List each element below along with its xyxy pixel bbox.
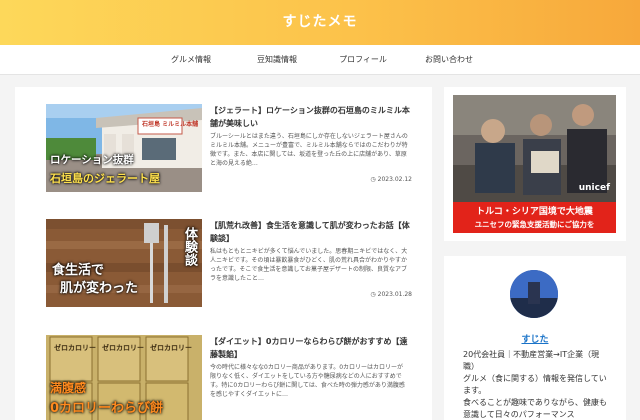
nav-item-gourmet[interactable]: グルメ情報 xyxy=(146,54,236,65)
post-card[interactable]: 石垣島 ミルミル本舗 ロケーション抜群 石垣島のジェラート屋 【ジェラート】ロケ… xyxy=(46,104,416,192)
clock-icon: ◷ xyxy=(370,176,376,183)
thumbnail-caption-line1: 食生活で xyxy=(52,263,105,278)
nav-item-contact[interactable]: お問い合わせ xyxy=(404,54,494,65)
clock-icon: ◷ xyxy=(370,291,376,298)
post-thumbnail[interactable]: ゼロカロリー ゼロカロリー ゼロカロリー 満腹感 0カロリーわらび餅 xyxy=(46,335,202,420)
global-nav: グルメ情報 豆知識情報 プロフィール お問い合わせ xyxy=(0,45,640,75)
package-label: ゼロカロリー xyxy=(102,344,144,352)
post-excerpt: 私はもともとニキビが多くて悩んでいました。思春期ニキビではなく、大人ニキビです。… xyxy=(210,248,408,282)
post-card[interactable]: ゼロカロリー ゼロカロリー ゼロカロリー 満腹感 0カロリーわらび餅 【ダイエッ… xyxy=(46,335,416,420)
ad-subheadline: ユニセフの緊急支援活動にご協力を xyxy=(474,220,595,229)
site-header: すじたメモ xyxy=(0,0,640,45)
nav-item-trivia[interactable]: 豆知識情報 xyxy=(232,54,322,65)
shop-sign-text: 石垣島 ミルミル本舗 xyxy=(142,121,199,128)
profile-widget: すじた 20代会社員｜不動産営業→IT企業（現職） グルメ（食に関する）情報を発… xyxy=(444,256,626,420)
package-label: ゼロカロリー xyxy=(54,344,96,352)
avatar-image xyxy=(510,270,558,318)
sidebar-ad[interactable]: unicef トルコ・シリア国境で大地震 ユニセフの緊急支援活動にご協力を xyxy=(444,87,626,241)
unicef-logo: unicef xyxy=(578,183,610,193)
post-date-text: 2023.01.28 xyxy=(377,291,412,298)
thumbnail-side-text: 体験談 xyxy=(182,227,197,266)
thumbnail-caption-line2: 肌が変わった xyxy=(60,281,139,296)
package-label: ゼロカロリー xyxy=(150,344,192,352)
post-thumbnail[interactable]: 体験談 食生活で 肌が変わった xyxy=(46,219,202,307)
post-excerpt: ブルーシールとはまた違う、石垣島にしか存在しないジェラート屋さんのミルミル本舗。… xyxy=(210,133,408,167)
profile-bio: 20代会社員｜不動産営業→IT企業（現職） グルメ（食に関する）情報を発信してい… xyxy=(463,350,607,419)
avatar[interactable] xyxy=(510,270,558,318)
post-date: ◷ 2023.02.12 xyxy=(370,176,412,183)
thumbnail-caption-line1: ロケーション抜群 xyxy=(50,154,134,166)
post-thumbnail[interactable]: 石垣島 ミルミル本舗 ロケーション抜群 石垣島のジェラート屋 xyxy=(46,104,202,192)
nav-item-profile[interactable]: プロフィール xyxy=(318,54,408,65)
thumbnail-caption-line2: 0カロリーわらび餅 xyxy=(50,401,164,416)
profile-name-link[interactable]: すじた xyxy=(444,332,626,345)
thumbnail-caption-line2: 石垣島のジェラート屋 xyxy=(50,172,160,185)
site-title[interactable]: すじたメモ xyxy=(0,11,640,31)
post-title[interactable]: 【ダイエット】0カロリーならわらび餅がおすすめ【遠藤製餡】 xyxy=(210,335,410,361)
post-date: ◷ 2023.01.28 xyxy=(370,291,412,298)
post-excerpt: 今の時代に様々なな0カロリー商品があります。0カロリーはカロリーが限りなく低く、… xyxy=(210,364,405,398)
post-title[interactable]: 【ジェラート】ロケーション抜群の石垣島のミルミル本舗が美味しい xyxy=(210,104,410,130)
post-date-text: 2023.02.12 xyxy=(377,176,412,183)
ad-headline: トルコ・シリア国境で大地震 xyxy=(476,207,593,217)
post-title[interactable]: 【肌荒れ改善】食生活を意識して肌が変わったお話【体験談】 xyxy=(210,219,410,245)
ad-banner[interactable]: unicef トルコ・シリア国境で大地震 ユニセフの緊急支援活動にご協力を xyxy=(453,95,616,233)
post-list: 石垣島 ミルミル本舗 ロケーション抜群 石垣島のジェラート屋 【ジェラート】ロケ… xyxy=(15,87,432,420)
thumbnail-caption-line1: 満腹感 xyxy=(50,381,87,395)
post-card[interactable]: 体験談 食生活で 肌が変わった 【肌荒れ改善】食生活を意識して肌が変わったお話【… xyxy=(46,219,416,307)
